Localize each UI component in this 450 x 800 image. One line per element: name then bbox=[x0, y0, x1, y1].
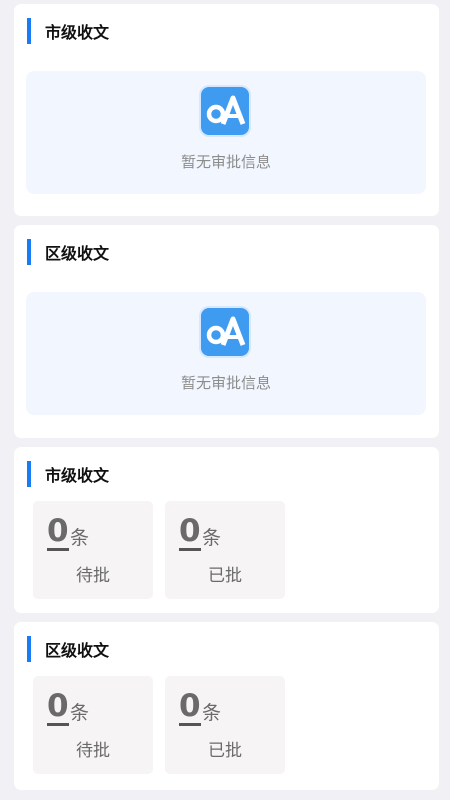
district-stats-card: 区级收文 0 条 待批 0 条 已批 bbox=[14, 622, 439, 790]
oa-app-icon bbox=[201, 308, 249, 356]
stat-label: 已批 bbox=[208, 566, 242, 586]
empty-state-text: 暂无审批信息 bbox=[180, 374, 271, 392]
stat-label: 已批 bbox=[208, 741, 242, 761]
title-accent-bar bbox=[27, 18, 31, 44]
stat-unit: 条 bbox=[70, 702, 90, 724]
title-accent-bar bbox=[27, 636, 31, 662]
stat-count: 0 bbox=[179, 513, 201, 549]
section-title-text: 区级收文 bbox=[45, 244, 110, 263]
section-title: 区级收文 bbox=[27, 239, 109, 265]
section-title-text: 市级收文 bbox=[45, 23, 110, 42]
stat-label: 待批 bbox=[76, 566, 110, 586]
stat-unit: 条 bbox=[202, 527, 222, 549]
section-title: 市级收文 bbox=[27, 461, 109, 487]
stat-count: 0 bbox=[47, 513, 69, 549]
section-title: 市级收文 bbox=[27, 18, 109, 44]
stat-count: 0 bbox=[179, 688, 201, 724]
pending-stat-tile[interactable]: 0 条 待批 bbox=[33, 501, 153, 599]
stat-unit: 条 bbox=[202, 702, 222, 724]
empty-state: 暂无审批信息 bbox=[26, 71, 426, 194]
title-accent-bar bbox=[27, 461, 31, 487]
stat-label: 待批 bbox=[76, 741, 110, 761]
approved-stat-tile[interactable]: 0 条 已批 bbox=[165, 501, 285, 599]
count-underline bbox=[179, 723, 201, 726]
stat-count: 0 bbox=[47, 688, 69, 724]
city-approval-card: 市级收文 暂无审批信息 bbox=[14, 4, 439, 216]
empty-state: 暂无审批信息 bbox=[26, 292, 426, 415]
city-stats-card: 市级收文 0 条 待批 0 条 已批 bbox=[14, 447, 439, 613]
section-title: 区级收文 bbox=[27, 636, 109, 662]
section-title-text: 市级收文 bbox=[45, 466, 110, 485]
district-approval-card: 区级收文 暂无审批信息 bbox=[14, 225, 439, 438]
pending-stat-tile[interactable]: 0 条 待批 bbox=[33, 676, 153, 774]
stat-unit: 条 bbox=[70, 527, 90, 549]
count-underline bbox=[47, 548, 69, 551]
count-underline bbox=[47, 723, 69, 726]
count-underline bbox=[179, 548, 201, 551]
oa-app-icon bbox=[201, 87, 249, 135]
title-accent-bar bbox=[27, 239, 31, 265]
approved-stat-tile[interactable]: 0 条 已批 bbox=[165, 676, 285, 774]
empty-state-text: 暂无审批信息 bbox=[180, 153, 271, 171]
section-title-text: 区级收文 bbox=[45, 641, 110, 660]
